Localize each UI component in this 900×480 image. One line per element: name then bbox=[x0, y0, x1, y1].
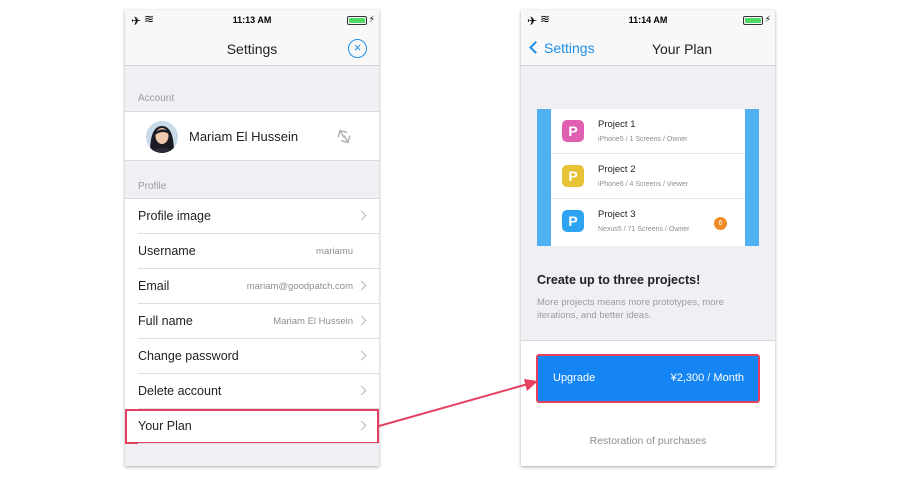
chevron-right-icon bbox=[356, 210, 367, 221]
row-label: Username bbox=[138, 244, 196, 258]
your-plan-screen: ✈ ≋ 11:14 AM ⚡ Settings Your Plan P Proj… bbox=[521, 10, 775, 466]
charging-icon: ⚡ bbox=[764, 14, 771, 24]
projects-illustration: P Project 1 iPhone5 / 1 Screens / Owner … bbox=[537, 109, 759, 246]
row-profile-image[interactable]: Profile image bbox=[125, 199, 379, 234]
chevron-right-icon bbox=[356, 350, 367, 361]
project-p-icon: P bbox=[562, 210, 584, 232]
promo-description: More projects means more prototypes, mor… bbox=[537, 297, 724, 321]
upgrade-button[interactable]: Upgrade ¥2,300 / Month bbox=[536, 354, 760, 403]
account-name: Mariam El Hussein bbox=[189, 129, 299, 144]
project-meta: iPhone5 / 1 Screens / Owner bbox=[598, 136, 688, 143]
chevron-right-icon bbox=[356, 385, 367, 396]
comment-badge: 6 bbox=[714, 217, 727, 230]
project-p-icon: P bbox=[562, 120, 584, 142]
avatar bbox=[146, 121, 178, 153]
plan-info: P Project 1 iPhone5 / 1 Screens / Owner … bbox=[521, 67, 775, 340]
battery-icon bbox=[743, 16, 763, 25]
promo-title: Create up to three projects! bbox=[537, 273, 701, 287]
project-meta: iPhone6 / 4 Screens / Viewer bbox=[598, 181, 689, 188]
page-title: Your Plan bbox=[651, 41, 713, 57]
project-name: Project 1 bbox=[598, 119, 636, 130]
project-item: P Project 3 Nexus5 / 71 Screens / Owner … bbox=[551, 199, 745, 244]
section-header-account: Account bbox=[138, 93, 175, 104]
row-label: Delete account bbox=[138, 384, 222, 398]
row-value: mariamu bbox=[316, 246, 353, 257]
account-row[interactable]: Mariam El Hussein bbox=[125, 111, 379, 161]
project-item: P Project 1 iPhone5 / 1 Screens / Owner bbox=[551, 109, 745, 154]
profile-list: Profile image Username mariamu Email mar… bbox=[125, 198, 379, 444]
status-bar: ✈ ≋ 11:14 AM ⚡ bbox=[521, 10, 775, 32]
row-label: Change password bbox=[138, 349, 239, 363]
row-value: Mariam El Hussein bbox=[273, 316, 353, 327]
chevron-right-icon bbox=[356, 420, 367, 431]
upgrade-price: ¥2,300 / Month bbox=[670, 372, 744, 384]
row-label: Full name bbox=[138, 314, 193, 328]
row-your-plan[interactable]: Your Plan bbox=[125, 409, 379, 444]
row-delete-account[interactable]: Delete account bbox=[125, 374, 379, 409]
chevron-left-icon bbox=[529, 41, 542, 54]
page-title: Settings bbox=[226, 41, 278, 57]
project-list: P Project 1 iPhone5 / 1 Screens / Owner … bbox=[551, 109, 745, 246]
status-time: 11:14 AM bbox=[628, 15, 668, 25]
charging-icon: ⚡ bbox=[368, 14, 375, 24]
battery-icon bbox=[347, 16, 367, 25]
nav-bar: Settings Your Plan bbox=[521, 32, 775, 66]
row-change-password[interactable]: Change password bbox=[125, 339, 379, 374]
project-item: P Project 2 iPhone6 / 4 Screens / Viewer bbox=[551, 154, 745, 199]
purchase-section: Upgrade ¥2,300 / Month Restoration of pu… bbox=[521, 340, 775, 466]
chevron-right-icon bbox=[356, 315, 367, 326]
restore-purchases-link[interactable]: Restoration of purchases bbox=[521, 435, 775, 447]
upgrade-label: Upgrade bbox=[553, 372, 596, 384]
project-p-icon: P bbox=[562, 165, 584, 187]
section-header-profile: Profile bbox=[138, 181, 167, 192]
status-time: 11:13 AM bbox=[232, 15, 272, 25]
project-name: Project 3 bbox=[598, 209, 636, 220]
sync-icon[interactable] bbox=[335, 125, 353, 147]
row-label: Profile image bbox=[138, 209, 211, 223]
nav-bar: Settings × bbox=[125, 32, 379, 66]
row-value: mariam@goodpatch.com bbox=[246, 281, 353, 292]
row-label: Your Plan bbox=[138, 419, 192, 433]
row-email[interactable]: Email mariam@goodpatch.com bbox=[125, 269, 379, 304]
row-full-name[interactable]: Full name Mariam El Hussein bbox=[125, 304, 379, 339]
status-bar: ✈ ≋ 11:13 AM ⚡ bbox=[125, 10, 379, 32]
close-icon[interactable]: × bbox=[348, 39, 367, 58]
chevron-right-icon bbox=[356, 280, 367, 291]
row-label: Email bbox=[138, 279, 170, 293]
project-name: Project 2 bbox=[598, 164, 636, 175]
project-meta: Nexus5 / 71 Screens / Owner bbox=[598, 226, 690, 233]
row-username[interactable]: Username mariamu bbox=[125, 234, 379, 269]
settings-screen: ✈ ≋ 11:13 AM ⚡ Settings × Account Mariam… bbox=[125, 10, 379, 466]
